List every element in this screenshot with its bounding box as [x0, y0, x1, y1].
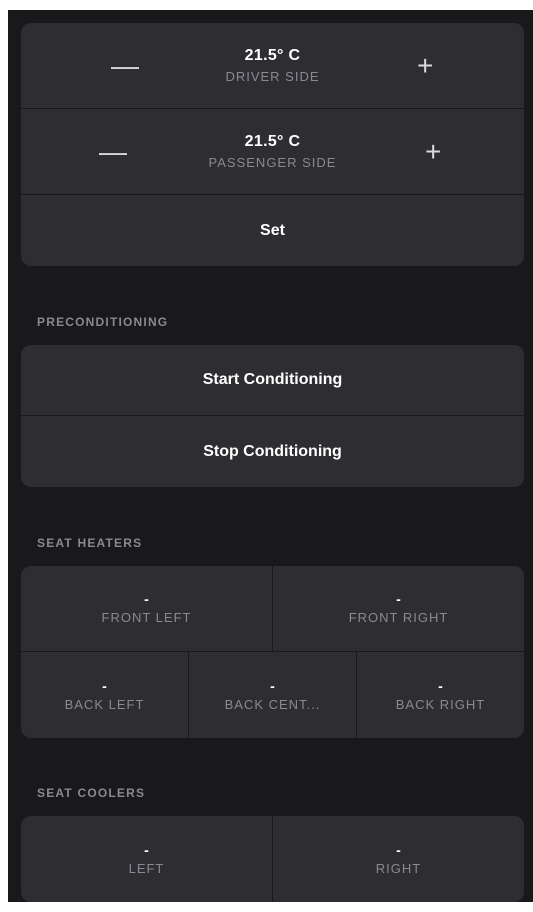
seat-heater-level: - [270, 677, 275, 694]
passenger-temp-label: PASSENGER SIDE [208, 155, 337, 170]
passenger-temp-display: 21.5° C PASSENGER SIDE [21, 109, 524, 194]
seat-coolers-heading: SEAT COOLERS [37, 786, 146, 800]
seat-heater-label: BACK CENT... [224, 696, 321, 712]
seat-heater-label: FRONT LEFT [101, 610, 192, 625]
driver-increase-button[interactable]: + [417, 51, 433, 80]
seat-heaters-heading: SEAT HEATERS [37, 536, 143, 550]
seat-heater-front-right[interactable]: - FRONT RIGHT [273, 566, 524, 651]
driver-temp-value: 21.5° C [244, 47, 301, 64]
seat-heater-level: - [396, 591, 401, 607]
preconditioning-heading: PRECONDITIONING [37, 315, 169, 329]
set-temperature-button[interactable]: Set [21, 195, 524, 266]
seat-heater-level: - [102, 677, 107, 694]
seat-heater-label: BACK RIGHT [395, 696, 486, 712]
seat-cooler-label: RIGHT [375, 860, 422, 876]
seat-heater-front-left[interactable]: - FRONT LEFT [21, 566, 273, 651]
driver-temp-label: DRIVER SIDE [225, 69, 320, 84]
seat-cooler-label: LEFT [128, 860, 165, 876]
seat-heater-level: - [438, 677, 443, 694]
seat-cooler-left[interactable]: - LEFT [21, 816, 273, 902]
seat-cooler-level: - [144, 841, 149, 858]
driver-temp-row: — 21.5° C DRIVER SIDE + [21, 23, 524, 109]
seat-coolers-row: - LEFT - RIGHT [21, 816, 524, 902]
passenger-temp-row: — 21.5° C PASSENGER SIDE + [21, 109, 524, 195]
seat-heater-back-center[interactable]: - BACK CENT... [189, 652, 357, 738]
start-conditioning-button[interactable]: Start Conditioning [21, 345, 524, 416]
seat-heater-level: - [144, 591, 149, 607]
seat-heaters-back-row: - BACK LEFT - BACK CENT... - BACK RIGHT [21, 652, 524, 738]
passenger-temp-value: 21.5° C [244, 133, 301, 150]
seat-heater-back-right[interactable]: - BACK RIGHT [357, 652, 524, 738]
seat-heater-label: FRONT RIGHT [348, 610, 449, 625]
climate-screen: — 21.5° C DRIVER SIDE + — 21.5° C PASSEN… [8, 10, 533, 902]
driver-temp-display: 21.5° C DRIVER SIDE [21, 23, 524, 108]
seat-cooler-level: - [396, 841, 401, 858]
seat-heaters-front-row: - FRONT LEFT - FRONT RIGHT [21, 566, 524, 652]
seat-heater-back-left[interactable]: - BACK LEFT [21, 652, 189, 738]
seat-coolers-card: - LEFT - RIGHT [21, 816, 524, 902]
stop-conditioning-button[interactable]: Stop Conditioning [21, 416, 524, 487]
seat-cooler-right[interactable]: - RIGHT [273, 816, 524, 902]
seat-heater-label: BACK LEFT [64, 696, 145, 712]
temperature-card: — 21.5° C DRIVER SIDE + — 21.5° C PASSEN… [21, 23, 524, 266]
seat-heaters-card: - FRONT LEFT - FRONT RIGHT - BACK LEFT -… [21, 566, 524, 738]
passenger-increase-button[interactable]: + [425, 137, 441, 166]
preconditioning-card: Start Conditioning Stop Conditioning [21, 345, 524, 487]
